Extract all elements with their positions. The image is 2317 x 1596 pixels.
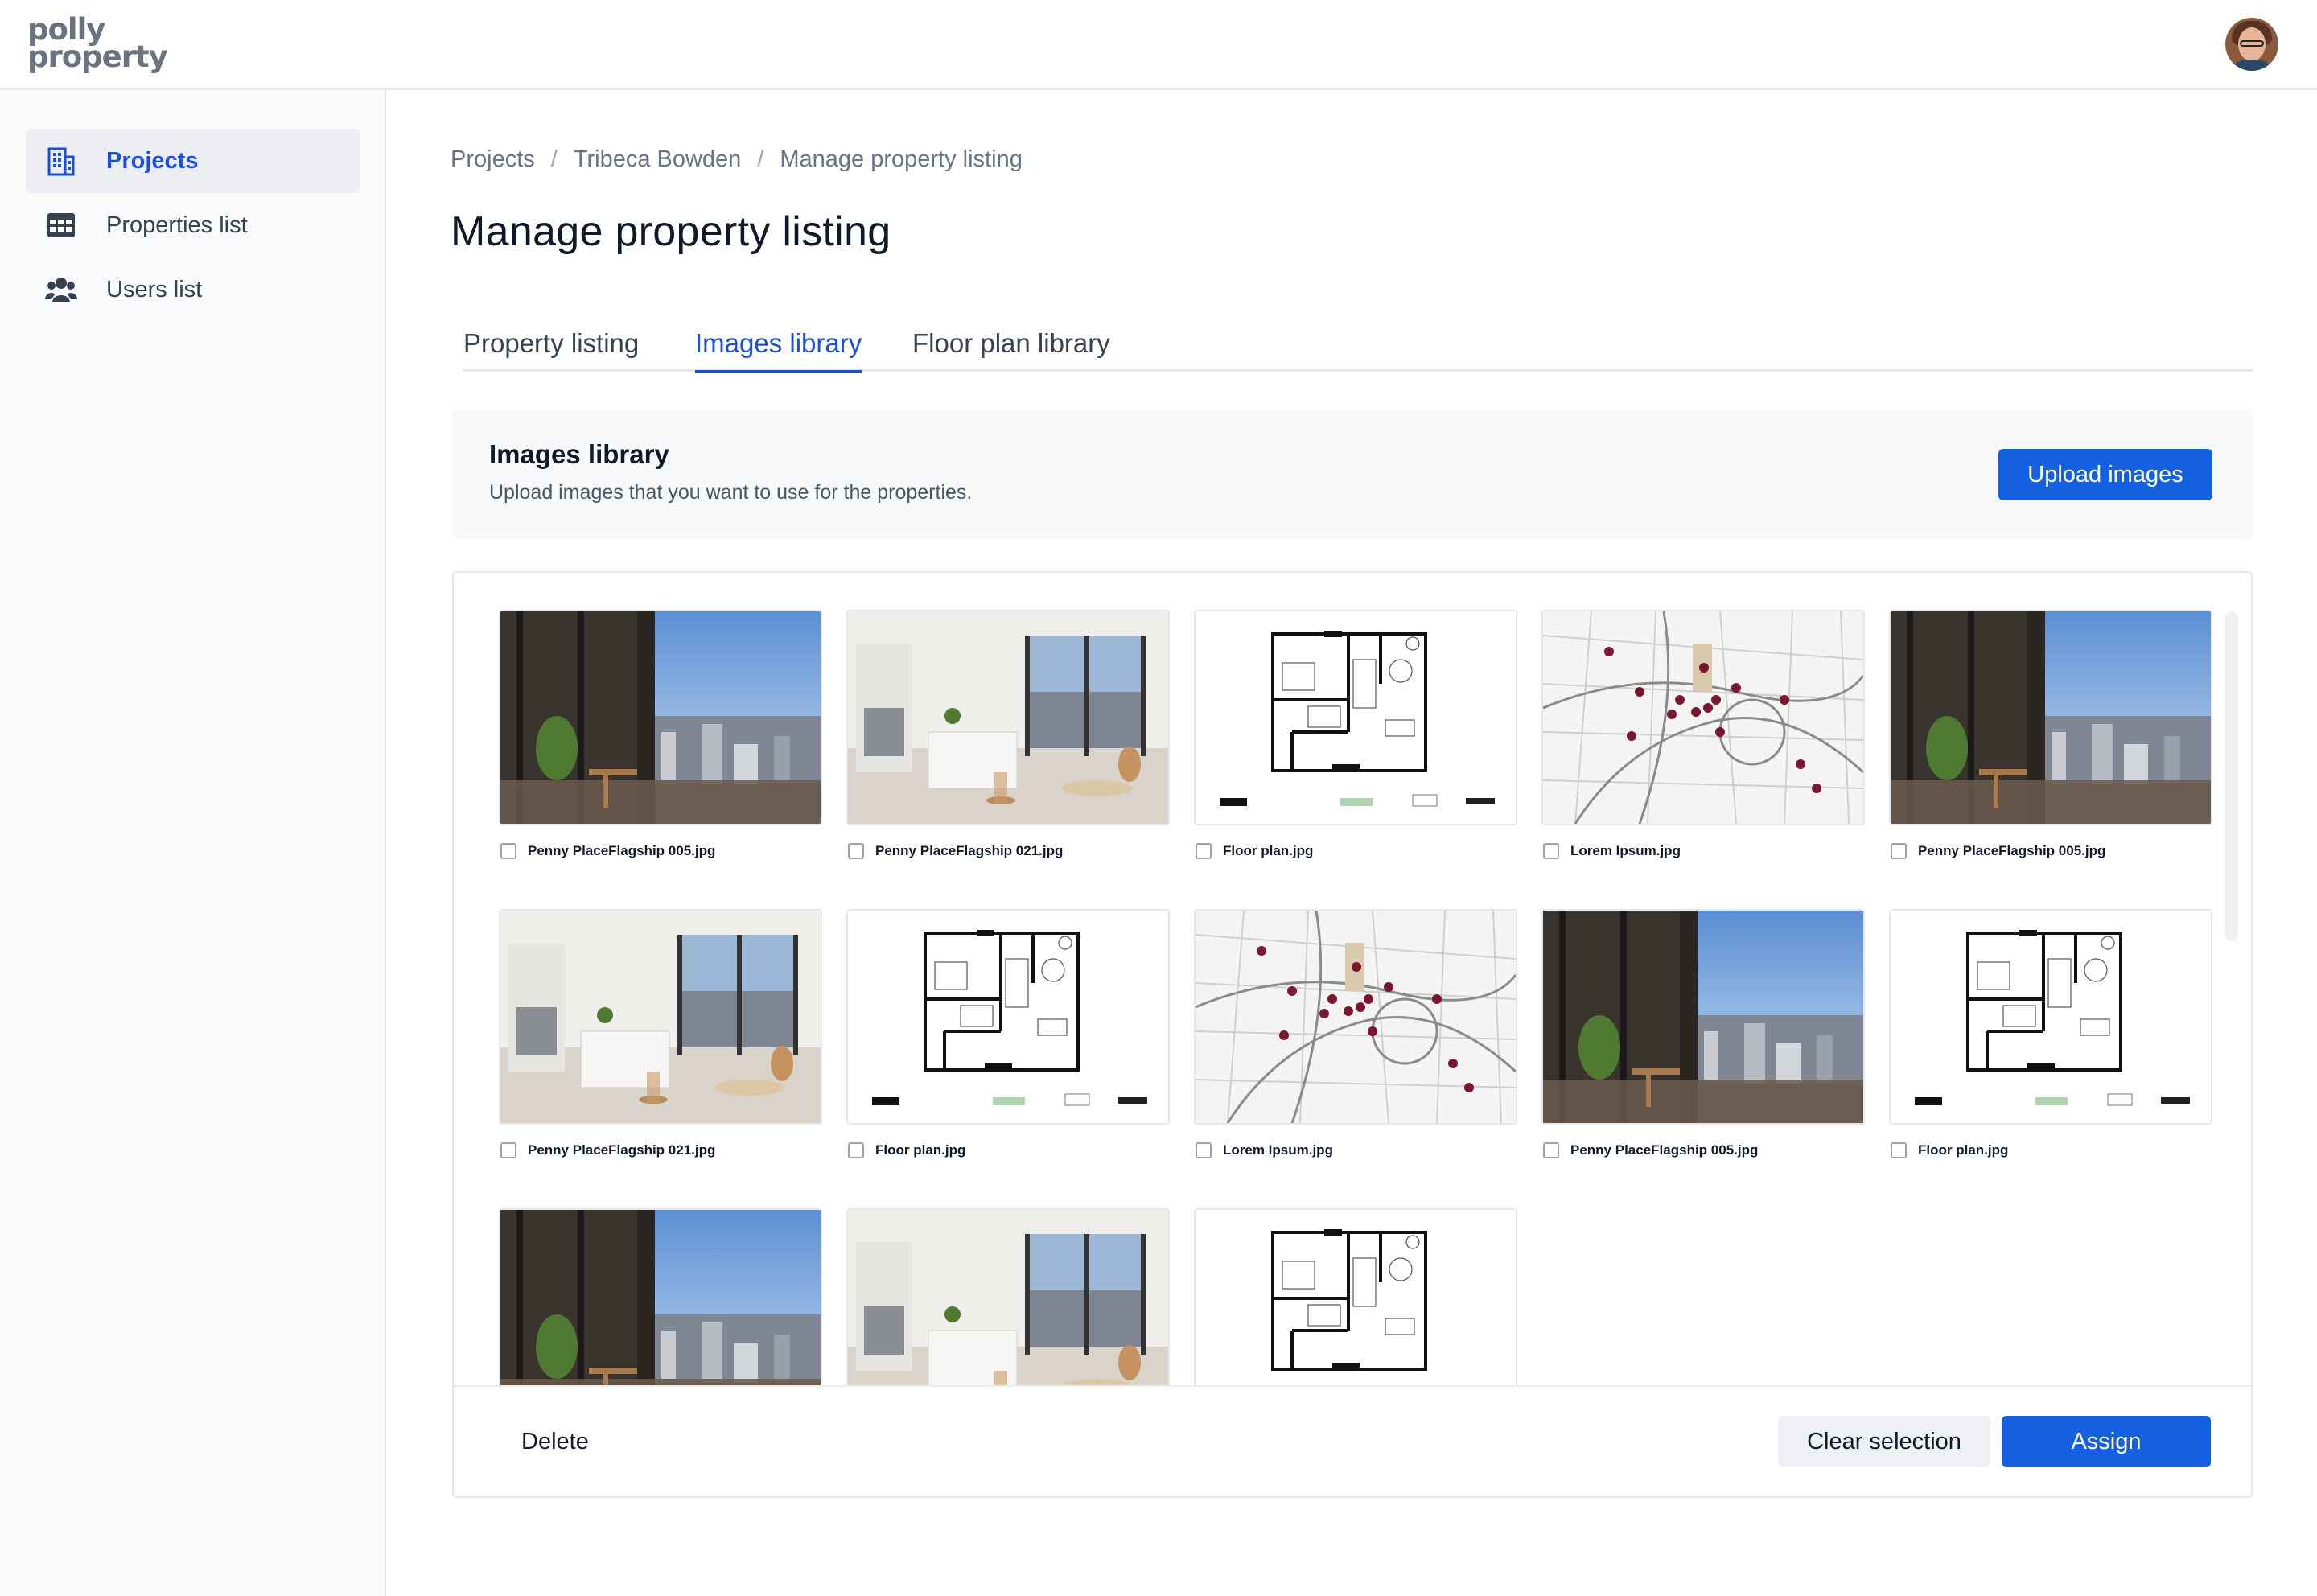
image-caption: Floor plan.jpg — [846, 1142, 1170, 1158]
clear-selection-button[interactable]: Clear selection — [1778, 1416, 1990, 1467]
delete-button[interactable]: Delete — [499, 1416, 611, 1467]
image-checkbox[interactable] — [1543, 1142, 1559, 1158]
sidebar: Projects Properties list Users list — [0, 90, 386, 1596]
image-filename: Penny PlaceFlagship 005.jpg — [1918, 843, 2106, 858]
image-card[interactable]: Lorem Ipsum.jpg — [1194, 909, 1517, 1158]
image-filename: Floor plan.jpg — [875, 1142, 966, 1158]
tab-floor-plan-library[interactable]: Floor plan library — [912, 328, 1110, 370]
image-thumbnail[interactable] — [499, 1208, 822, 1385]
breadcrumb-separator: / — [757, 146, 764, 172]
image-filename: Penny PlaceFlagship 021.jpg — [875, 843, 1064, 858]
image-thumbnail[interactable] — [499, 909, 822, 1125]
image-checkbox[interactable] — [1891, 1142, 1907, 1158]
image-filename: Penny PlaceFlagship 021.jpg — [528, 1142, 716, 1158]
image-caption: Penny PlaceFlagship 021.jpg — [846, 843, 1170, 859]
image-filename: Lorem Ipsum.jpg — [1570, 843, 1681, 858]
library-title: Images library — [489, 439, 669, 469]
image-caption: Penny PlaceFlagship 021.jpg — [499, 1142, 822, 1158]
image-thumbnail[interactable] — [499, 610, 822, 825]
image-thumbnail[interactable] — [1194, 610, 1517, 825]
image-card[interactable] — [499, 1208, 822, 1385]
image-caption: Penny PlaceFlagship 005.jpg — [1889, 843, 2212, 859]
tab-bar: Property listing Images library Floor pl… — [463, 322, 2253, 373]
image-card[interactable] — [846, 1208, 1170, 1385]
image-filename: Penny PlaceFlagship 005.jpg — [1570, 1142, 1759, 1158]
upload-images-button[interactable]: Upload images — [1998, 449, 2212, 500]
image-checkbox[interactable] — [1891, 843, 1907, 859]
page-title: Manage property listing — [451, 208, 891, 255]
breadcrumb-projects[interactable]: Projects — [451, 146, 535, 173]
image-checkbox[interactable] — [1196, 843, 1212, 859]
image-card[interactable]: Floor plan.jpg — [846, 909, 1170, 1158]
assign-button[interactable]: Assign — [2002, 1416, 2211, 1467]
library-header-panel: Images library Upload images that you wa… — [452, 410, 2253, 539]
tab-images-library[interactable]: Images library — [695, 328, 862, 373]
image-thumbnail[interactable] — [1889, 610, 2212, 825]
image-checkbox[interactable] — [500, 1142, 516, 1158]
image-card[interactable]: Penny PlaceFlagship 005.jpg — [1889, 610, 2212, 859]
image-card[interactable] — [1194, 1208, 1517, 1385]
top-bar: polly property — [0, 0, 2317, 90]
sidebar-item-projects[interactable]: Projects — [26, 129, 360, 193]
image-thumbnail[interactable] — [846, 610, 1170, 825]
image-thumbnail[interactable] — [1194, 1208, 1517, 1385]
image-filename: Penny PlaceFlagship 005.jpg — [528, 843, 716, 858]
image-card[interactable]: Floor plan.jpg — [1194, 610, 1517, 859]
image-filename: Floor plan.jpg — [1223, 843, 1314, 858]
sidebar-item-properties[interactable]: Properties list — [26, 193, 360, 257]
breadcrumb: Projects / Tribeca Bowden / Manage prope… — [451, 146, 1023, 173]
image-caption: Penny PlaceFlagship 005.jpg — [499, 843, 822, 859]
image-grid: Penny PlaceFlagship 005.jpg Penny PlaceF… — [454, 573, 2251, 1385]
logo-line-2: property — [27, 39, 168, 74]
scrollbar[interactable] — [2225, 611, 2238, 941]
image-checkbox[interactable] — [1543, 843, 1559, 859]
sidebar-item-users[interactable]: Users list — [26, 257, 360, 322]
image-thumbnail[interactable] — [846, 1208, 1170, 1385]
breadcrumb-current: Manage property listing — [780, 146, 1023, 172]
image-gallery: Penny PlaceFlagship 005.jpg Penny PlaceF… — [452, 571, 2253, 1498]
image-caption: Lorem Ipsum.jpg — [1194, 1142, 1517, 1158]
image-card[interactable]: Lorem Ipsum.jpg — [1541, 610, 1865, 859]
image-checkbox[interactable] — [848, 1142, 864, 1158]
tab-property-listing[interactable]: Property listing — [463, 328, 639, 370]
image-caption: Lorem Ipsum.jpg — [1541, 843, 1865, 859]
image-card[interactable]: Penny PlaceFlagship 005.jpg — [1541, 909, 1865, 1158]
users-icon — [45, 274, 77, 306]
building-icon — [45, 145, 77, 177]
image-caption: Penny PlaceFlagship 005.jpg — [1541, 1142, 1865, 1158]
image-filename: Floor plan.jpg — [1918, 1142, 2009, 1158]
image-checkbox[interactable] — [1196, 1142, 1212, 1158]
avatar[interactable] — [2225, 18, 2278, 71]
image-filename: Lorem Ipsum.jpg — [1223, 1142, 1333, 1158]
image-checkbox[interactable] — [500, 843, 516, 859]
image-thumbnail[interactable] — [846, 909, 1170, 1125]
image-card[interactable]: Penny PlaceFlagship 021.jpg — [846, 610, 1170, 859]
image-card[interactable]: Penny PlaceFlagship 005.jpg — [499, 610, 822, 859]
sidebar-item-label: Properties list — [106, 212, 248, 238]
breadcrumb-separator: / — [550, 146, 558, 172]
sidebar-item-label: Projects — [106, 147, 199, 174]
library-subtitle: Upload images that you want to use for t… — [489, 481, 973, 504]
image-thumbnail[interactable] — [1541, 610, 1865, 825]
table-icon — [45, 209, 77, 241]
logo[interactable]: polly property — [27, 14, 168, 74]
selection-footer: Delete Clear selection Assign — [454, 1385, 2251, 1496]
image-caption: Floor plan.jpg — [1194, 843, 1517, 859]
breadcrumb-project[interactable]: Tribeca Bowden — [574, 146, 741, 173]
image-thumbnail[interactable] — [1194, 909, 1517, 1125]
image-thumbnail[interactable] — [1541, 909, 1865, 1125]
image-caption: Floor plan.jpg — [1889, 1142, 2212, 1158]
sidebar-item-label: Users list — [106, 276, 203, 302]
image-thumbnail[interactable] — [1889, 909, 2212, 1125]
image-checkbox[interactable] — [848, 843, 864, 859]
image-card[interactable]: Penny PlaceFlagship 021.jpg — [499, 909, 822, 1158]
image-card[interactable]: Floor plan.jpg — [1889, 909, 2212, 1158]
